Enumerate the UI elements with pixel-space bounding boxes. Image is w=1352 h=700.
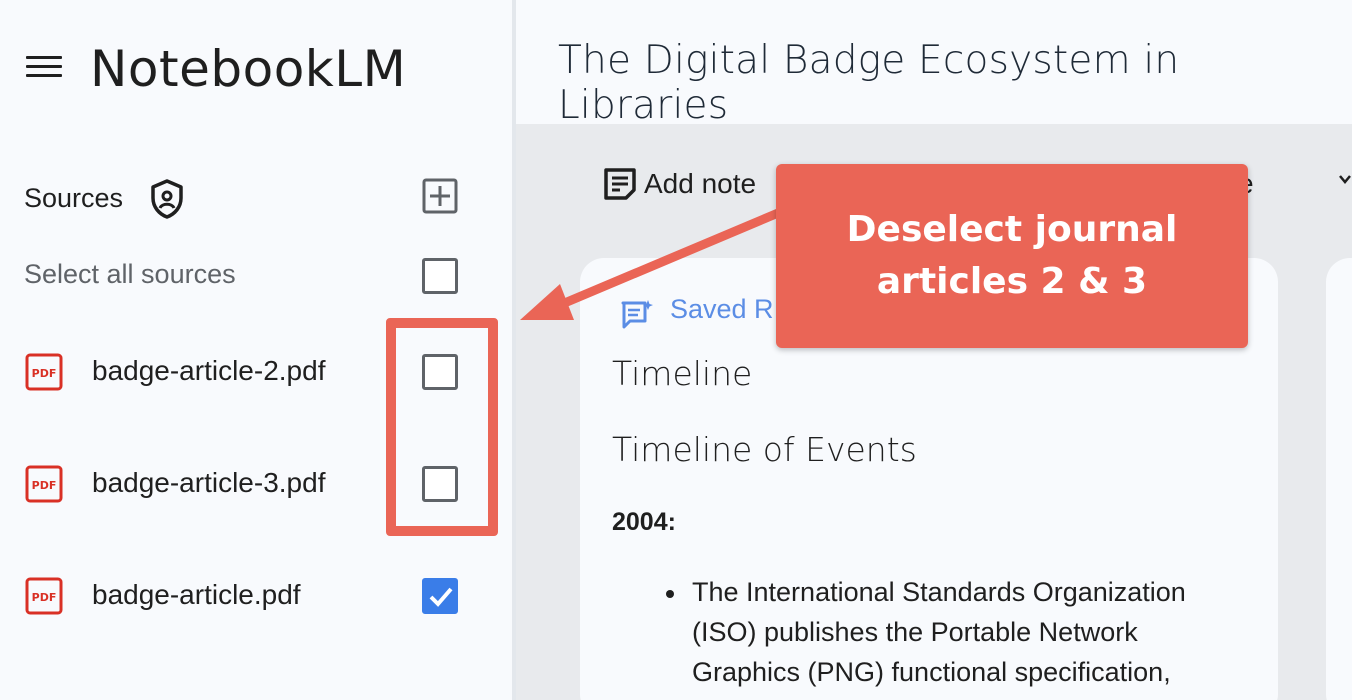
check-icon [429, 587, 453, 607]
source-checkbox-badge-article[interactable] [422, 578, 458, 614]
svg-text:PDF: PDF [32, 591, 57, 604]
note-year: 2004: [612, 508, 676, 536]
add-source-button[interactable] [422, 178, 458, 214]
saved-response-icon [621, 300, 653, 329]
saved-response-label: Saved R [670, 294, 774, 324]
svg-text:PDF: PDF [32, 367, 57, 380]
add-note-label: Add note [644, 168, 757, 199]
main-header: The Digital Badge Ecosystem in Libraries [516, 0, 1352, 128]
select-all-checkbox[interactable] [422, 258, 458, 294]
pdf-icon: PDF [25, 353, 63, 391]
app-title: NotebookLM [90, 40, 407, 98]
note-bullet-text: The International Standards Organization… [692, 577, 1186, 687]
annotation-highlight-box [386, 318, 498, 536]
sources-heading: Sources [24, 183, 124, 213]
menu-icon[interactable] [26, 56, 62, 82]
select-all-label: Select all sources [24, 259, 236, 289]
note-icon [604, 168, 636, 200]
note-heading: Timeline [612, 354, 753, 393]
shield-icon [151, 179, 183, 219]
pdf-icon: PDF [25, 465, 63, 503]
pdf-icon: PDF [25, 577, 63, 615]
annotation-callout: Deselect journal articles 2 & 3 [776, 164, 1248, 348]
source-name[interactable]: badge-article-3.pdf [92, 467, 325, 499]
svg-text:PDF: PDF [32, 479, 57, 492]
bullet-dot [666, 590, 674, 598]
notebook-title[interactable]: The Digital Badge Ecosystem in Libraries [558, 38, 1352, 128]
chevron-down-icon[interactable] [1338, 172, 1352, 186]
note-subheading: Timeline of Events [612, 430, 917, 469]
add-note-button[interactable]: Add note [602, 164, 756, 204]
callout-text: Deselect journal articles 2 & 3 [846, 209, 1178, 302]
source-name[interactable]: badge-article.pdf [92, 579, 301, 611]
note-card-partial[interactable] [1326, 258, 1352, 700]
source-name[interactable]: badge-article-2.pdf [92, 355, 325, 387]
